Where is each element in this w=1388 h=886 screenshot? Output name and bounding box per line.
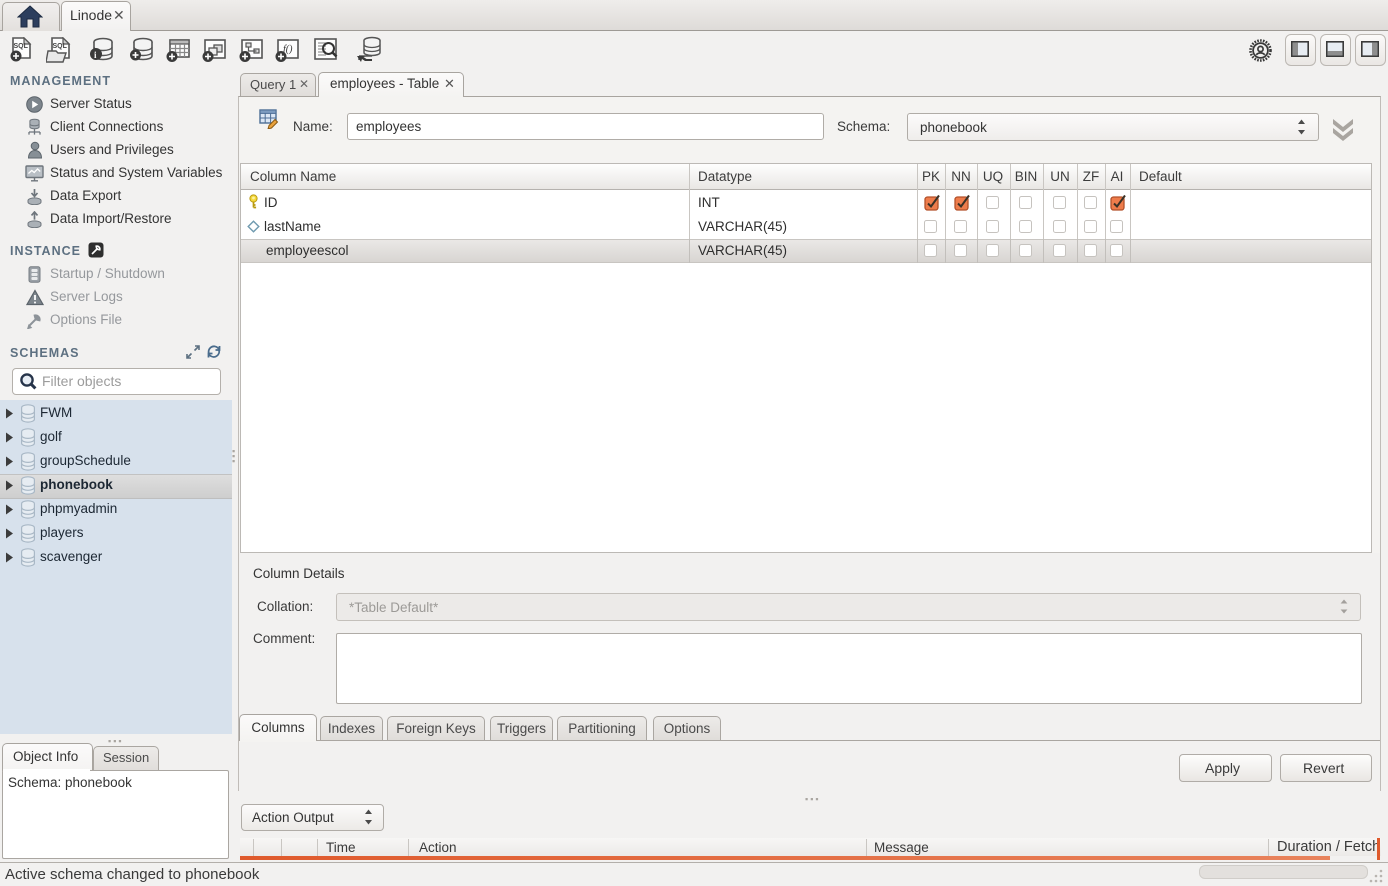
svg-text:SQL: SQL (14, 43, 29, 50)
svg-text:SQL: SQL (53, 43, 68, 50)
